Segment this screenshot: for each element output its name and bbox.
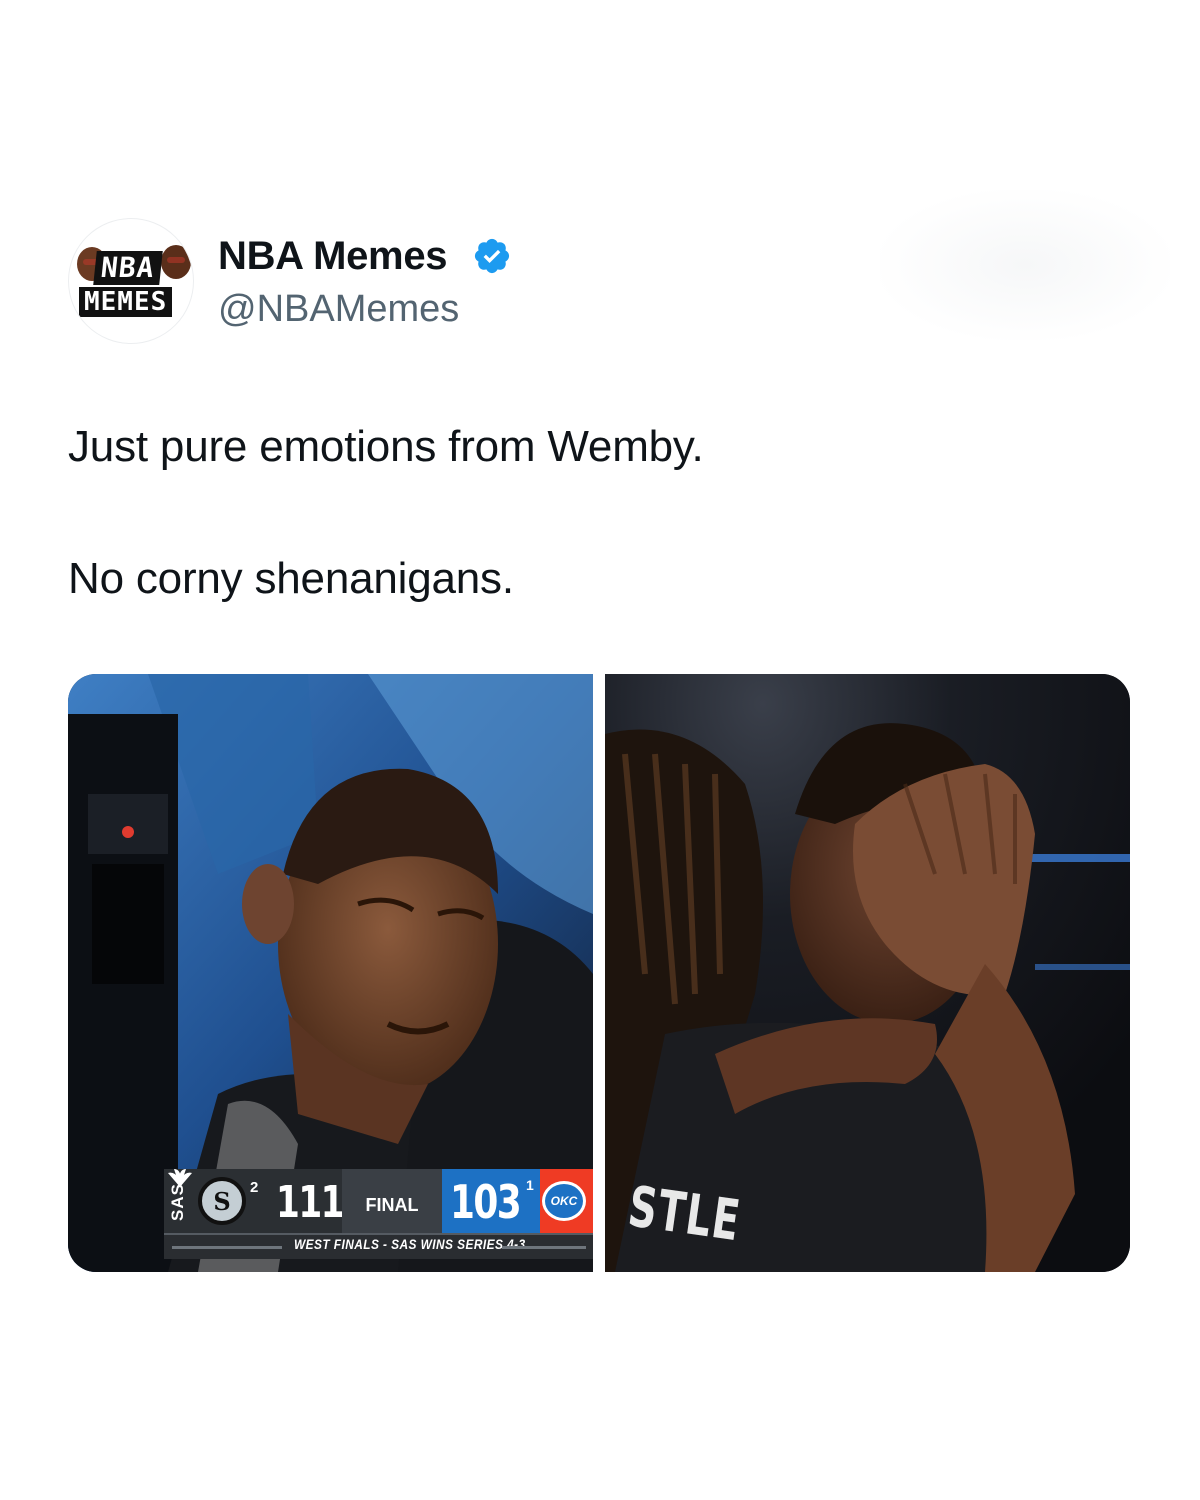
scoreboard: SAS S 2 111 FINAL 103 1 OKC WEST FINALS … [164, 1169, 593, 1259]
caption-rule-right [502, 1246, 586, 1249]
avatar-logo-text-bottom: MEMES [79, 287, 173, 317]
blurred-overlay [880, 190, 1170, 340]
series-wins-right: 1 [526, 1177, 534, 1193]
peacock-logo-icon [168, 1169, 192, 1187]
avatar-face-right [161, 245, 191, 279]
media-photo-right[interactable]: STLE [605, 674, 1130, 1272]
avatar[interactable]: NBA MEMES [68, 218, 194, 344]
handle[interactable]: @NBAMemes [218, 288, 459, 331]
spurs-logo-icon: S [198, 1177, 246, 1225]
score-right: 103 [450, 1175, 522, 1229]
avatar-logo-text-top: NBA [93, 251, 163, 285]
verified-badge-icon [474, 238, 510, 274]
game-status: FINAL [365, 1195, 419, 1215]
tweet-text-line-1: Just pure emotions from Wemby. [68, 422, 704, 471]
media-photo-left[interactable]: SAS S 2 111 FINAL 103 1 OKC WEST FINALS … [68, 674, 593, 1272]
caption-rule-left [172, 1246, 282, 1249]
score-left: 111 [276, 1177, 345, 1228]
media-grid[interactable]: SAS S 2 111 FINAL 103 1 OKC WEST FINALS … [68, 674, 1130, 1272]
okc-logo-icon: OKC [542, 1181, 586, 1221]
tweet-text-line-2: No corny shenanigans. [68, 554, 514, 603]
series-wins-left: 2 [250, 1179, 259, 1196]
display-name[interactable]: NBA Memes [218, 234, 448, 279]
series-caption: WEST FINALS - SAS WINS SERIES 4-3 [294, 1236, 526, 1252]
tweet-card: NBA MEMES NBA Memes @NBAMemes Just pure … [0, 0, 1200, 1500]
